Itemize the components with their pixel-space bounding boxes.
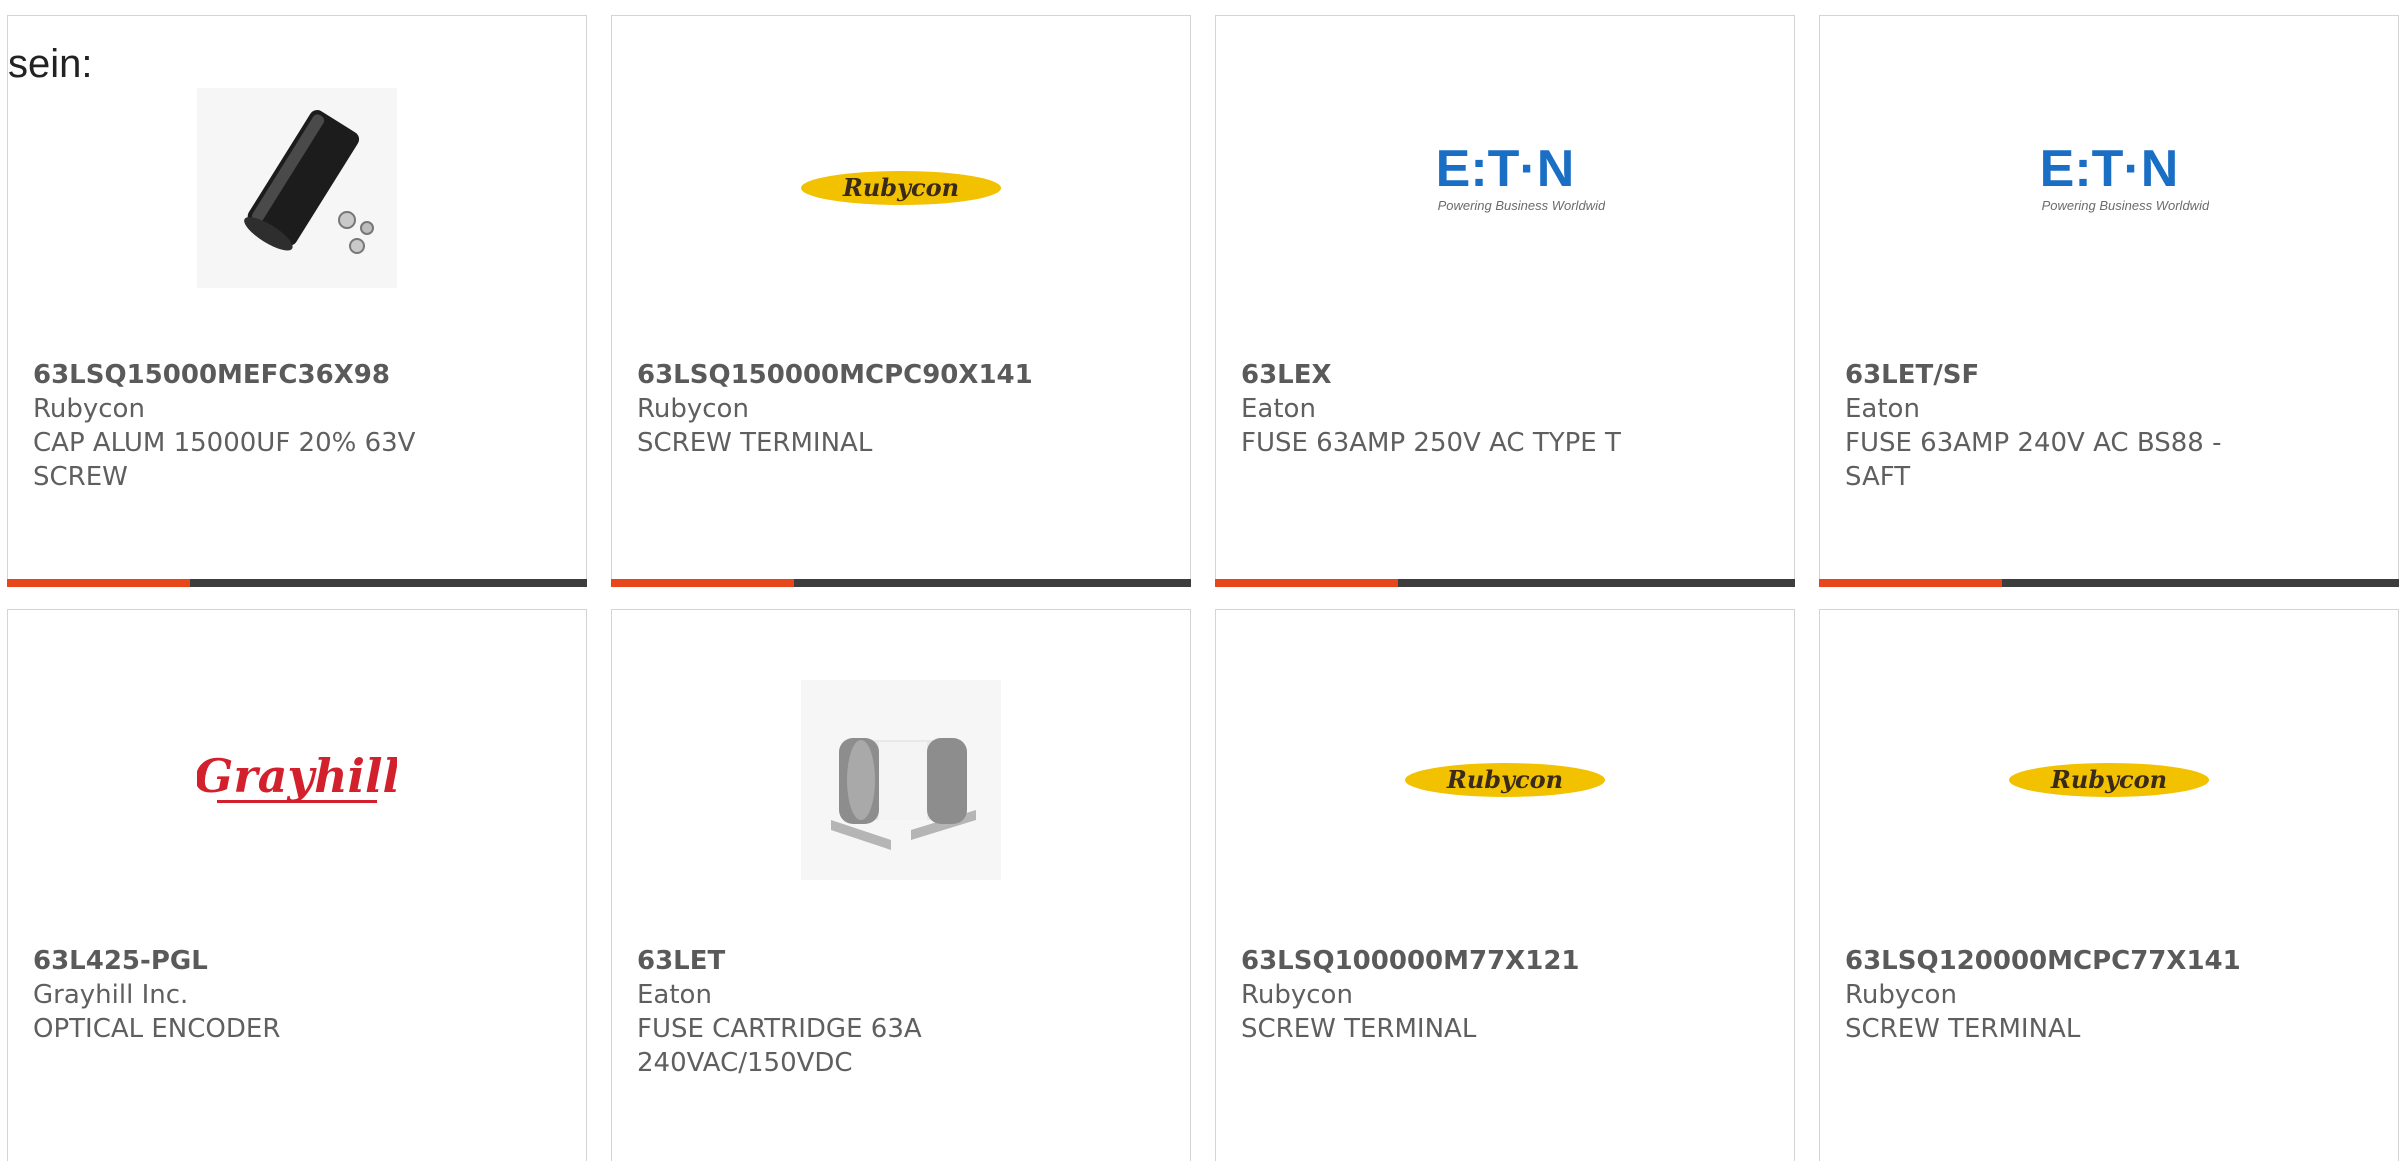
product-description: FUSE 63AMP 250V AC TYPE T: [1241, 428, 1621, 458]
product-card[interactable]: E:T·N Powering Business Worldwide 63LET/…: [1819, 15, 2399, 587]
rubycon-logo-image[interactable]: Rubycon: [1405, 680, 1605, 880]
manufacturer-name: Rubycon: [1241, 980, 1353, 1010]
card-footer-stripe: [7, 579, 587, 587]
part-number-link[interactable]: 63LET/SF: [1845, 358, 2265, 392]
part-number-link[interactable]: 63LET: [637, 944, 1057, 978]
rubycon-logo-image[interactable]: Rubycon: [2009, 680, 2209, 880]
product-info: 63LSQ15000MEFC36X98 Rubycon CAP ALUM 150…: [33, 358, 453, 494]
stripe-accent: [611, 579, 794, 587]
lead-text: sein:: [8, 42, 93, 86]
product-card[interactable]: 63LET Eaton FUSE CARTRIDGE 63A 240VAC/15…: [611, 609, 1191, 1161]
product-info: 63LSQ120000MCPC77X141 Rubycon SCREW TERM…: [1845, 944, 2265, 1046]
manufacturer-name: Eaton: [1241, 394, 1316, 424]
product-card[interactable]: sein: 63LSQ15000MEFC36X98 Rubycon CAP AL…: [7, 15, 587, 587]
product-description: SCREW TERMINAL: [637, 428, 873, 458]
logo-text: E:T·N: [1436, 140, 1575, 198]
eaton-logo-image[interactable]: E:T·N Powering Business Worldwide: [1405, 88, 1605, 288]
product-info: 63LEX Eaton FUSE 63AMP 250V AC TYPE T: [1241, 358, 1661, 460]
product-card[interactable]: Grayhill 63L425-PGL Grayhill Inc. OPTICA…: [7, 609, 587, 1161]
product-card[interactable]: E:T·N Powering Business Worldwide 63LEX …: [1215, 15, 1795, 587]
part-number-link[interactable]: 63LEX: [1241, 358, 1661, 392]
product-card[interactable]: Rubycon 63LSQ100000M77X121 Rubycon SCREW…: [1215, 609, 1795, 1161]
card-footer-stripe: [611, 579, 1191, 587]
product-info: 63L425-PGL Grayhill Inc. OPTICAL ENCODER: [33, 944, 453, 1046]
product-info: 63LSQ100000M77X121 Rubycon SCREW TERMINA…: [1241, 944, 1661, 1046]
manufacturer-name: Grayhill Inc.: [33, 980, 189, 1010]
eaton-logo-image[interactable]: E:T·N Powering Business Worldwide: [2009, 88, 2209, 288]
product-description: OPTICAL ENCODER: [33, 1014, 281, 1044]
logo-text: Rubycon: [842, 173, 959, 202]
grayhill-logo-image[interactable]: Grayhill: [197, 680, 397, 880]
product-grid: sein: 63LSQ15000MEFC36X98 Rubycon CAP AL…: [7, 15, 2400, 1161]
logo-text: Rubycon: [2050, 765, 2167, 794]
product-card[interactable]: Rubycon 63LSQ150000MCPC90X141 Rubycon SC…: [611, 15, 1191, 587]
manufacturer-name: Rubycon: [1845, 980, 1957, 1010]
manufacturer-name: Eaton: [1845, 394, 1920, 424]
logo-text: E:T·N: [2040, 140, 2179, 198]
logo-tagline: Powering Business Worldwide: [2042, 198, 2209, 213]
rubycon-logo-image[interactable]: Rubycon: [801, 88, 1001, 288]
stripe-accent: [7, 579, 190, 587]
capacitor-image[interactable]: [197, 88, 397, 288]
logo-text: Grayhill: [197, 749, 397, 803]
part-number-link[interactable]: 63L425-PGL: [33, 944, 453, 978]
fuse-image[interactable]: [801, 680, 1001, 880]
stripe-accent: [1215, 579, 1398, 587]
part-number-link[interactable]: 63LSQ120000MCPC77X141: [1845, 944, 2265, 978]
stripe-accent: [1819, 579, 2002, 587]
card-footer-stripe: [1819, 579, 2399, 587]
part-number-link[interactable]: 63LSQ100000M77X121: [1241, 944, 1661, 978]
manufacturer-name: Eaton: [637, 980, 712, 1010]
product-grid-page: sein: 63LSQ15000MEFC36X98 Rubycon CAP AL…: [0, 0, 2400, 1161]
part-number-link[interactable]: 63LSQ150000MCPC90X141: [637, 358, 1057, 392]
product-description: SCREW TERMINAL: [1845, 1014, 2081, 1044]
part-number-link[interactable]: 63LSQ15000MEFC36X98: [33, 358, 453, 392]
logo-tagline: Powering Business Worldwide: [1438, 198, 1605, 213]
product-card[interactable]: Rubycon 63LSQ120000MCPC77X141 Rubycon SC…: [1819, 609, 2399, 1161]
product-info: 63LET Eaton FUSE CARTRIDGE 63A 240VAC/15…: [637, 944, 1057, 1080]
product-info: 63LSQ150000MCPC90X141 Rubycon SCREW TERM…: [637, 358, 1057, 460]
card-footer-stripe: [1215, 579, 1795, 587]
product-description: FUSE CARTRIDGE 63A 240VAC/150VDC: [637, 1014, 922, 1078]
product-description: CAP ALUM 15000UF 20% 63V SCREW: [33, 428, 416, 492]
product-description: FUSE 63AMP 240V AC BS88 - SAFT: [1845, 428, 2222, 492]
manufacturer-name: Rubycon: [637, 394, 749, 424]
logo-text: Rubycon: [1446, 765, 1563, 794]
manufacturer-name: Rubycon: [33, 394, 145, 424]
product-info: 63LET/SF Eaton FUSE 63AMP 240V AC BS88 -…: [1845, 358, 2265, 494]
product-description: SCREW TERMINAL: [1241, 1014, 1477, 1044]
